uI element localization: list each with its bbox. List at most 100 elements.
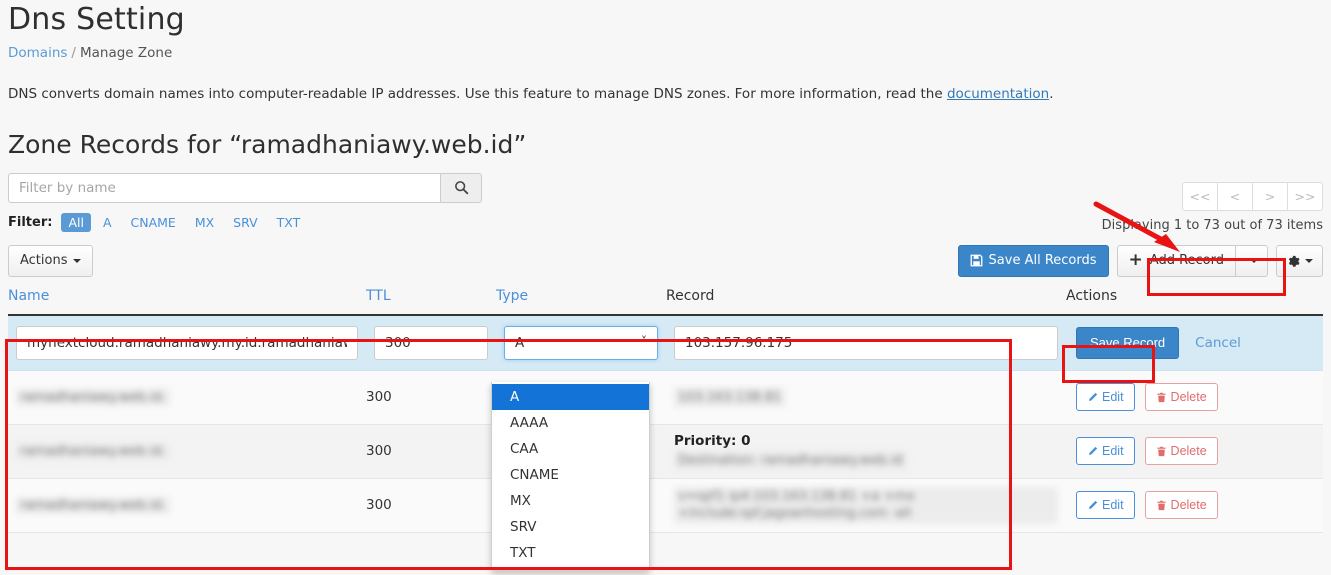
add-record-button[interactable]: + Add Record: [1116, 244, 1236, 277]
record-name-input[interactable]: [16, 325, 358, 360]
row-cell-ttl: 300: [366, 370, 496, 425]
edit-cell-record: [666, 314, 1066, 371]
pagination-buttons: << < > >>: [1102, 182, 1323, 211]
column-header-name[interactable]: Name: [8, 287, 366, 316]
column-header-actions: Actions: [1066, 287, 1323, 316]
floppy-disk-icon: [970, 254, 982, 267]
filter-chip-all[interactable]: All: [61, 212, 91, 232]
table-row: ramadhaniawy.web.id. 300 v=spf1 ip4:103.…: [8, 478, 1323, 533]
record-type-select[interactable]: A ˅: [504, 325, 658, 360]
delete-record-button[interactable]: Delete: [1144, 437, 1218, 466]
edit-cell-ttl: [366, 314, 496, 371]
actions-dropdown-label: Actions: [20, 253, 68, 269]
table-row: ramadhaniawy.web.id. 300 Priority: 0 Des…: [8, 424, 1323, 479]
row-cell-ttl: 300: [366, 478, 496, 533]
record-name-text: ramadhaniawy.web.id.: [16, 442, 170, 460]
pencil-icon: [1088, 392, 1098, 401]
type-option-cname[interactable]: CNAME: [492, 462, 649, 488]
cancel-edit-link[interactable]: Cancel: [1195, 335, 1241, 351]
chevron-down-icon: ˅: [641, 334, 647, 349]
save-record-button[interactable]: Save Record: [1076, 326, 1180, 359]
table-header-row: Name TTL Type Record Actions: [8, 287, 1323, 316]
caret-down-icon: [1250, 258, 1258, 263]
plus-icon: +: [1128, 250, 1143, 271]
add-record-dropdown-toggle[interactable]: [1235, 244, 1268, 277]
record-type-selected-value: A: [515, 334, 525, 351]
trash-icon: [1156, 500, 1166, 511]
delete-record-label: Delete: [1170, 498, 1207, 513]
table-row: ramadhaniawy.web.id. 300 103.163.138.81 …: [8, 370, 1323, 425]
row-cell-name: ramadhaniawy.web.id.: [8, 370, 366, 425]
trash-icon: [1156, 392, 1166, 403]
table-head: Name TTL Type Record Actions: [8, 287, 1323, 316]
record-value-input[interactable]: [674, 325, 1058, 360]
save-all-records-button[interactable]: Save All Records: [957, 244, 1109, 277]
filter-chip-srv[interactable]: SRV: [226, 213, 265, 232]
delete-record-label: Delete: [1170, 444, 1207, 459]
search-input[interactable]: [8, 172, 440, 203]
record-ttl-text: 300: [366, 389, 392, 406]
record-name-text: ramadhaniawy.web.id.: [16, 496, 170, 514]
add-record-button-group: + Add Record: [1116, 244, 1268, 277]
edit-cell-name: [8, 314, 366, 371]
settings-gear-button[interactable]: [1276, 244, 1323, 277]
breadcrumb: Domains / Manage Zone: [8, 45, 1323, 61]
type-option-srv[interactable]: SRV: [492, 514, 649, 540]
delete-record-button[interactable]: Delete: [1144, 491, 1218, 520]
type-option-txt[interactable]: TXT: [492, 540, 649, 566]
toolbar: Actions Save All Records + Add Record: [8, 244, 1323, 278]
intro-text-before: DNS converts domain names into computer-…: [8, 86, 947, 102]
pagination-first-button[interactable]: <<: [1182, 182, 1218, 211]
filter-chip-cname[interactable]: CNAME: [124, 213, 183, 232]
record-type-dropdown-list[interactable]: A AAAA CAA CNAME MX SRV TXT: [491, 382, 650, 571]
intro-paragraph: DNS converts domain names into computer-…: [8, 85, 1323, 104]
documentation-link[interactable]: documentation: [947, 86, 1049, 102]
toolbar-right-group: Save All Records + Add Record: [957, 244, 1323, 277]
save-all-records-label: Save All Records: [988, 253, 1097, 269]
edit-cell-actions: Save Record Cancel: [1066, 314, 1323, 371]
pagination-prev-button[interactable]: <: [1217, 182, 1253, 211]
record-priority-label: Priority:: [674, 432, 737, 449]
edit-record-button[interactable]: Edit: [1076, 437, 1135, 466]
search-group: [8, 172, 482, 203]
row-cell-record: Priority: 0 Destination: ramadhaniawy.we…: [666, 424, 1066, 479]
trash-icon: [1156, 446, 1166, 457]
row-cell-actions: Edit Delete: [1066, 424, 1323, 479]
record-value-text: v=spf1 ip4:103.163.138.81 +a +mx +includ…: [674, 486, 1058, 524]
actions-dropdown-button[interactable]: Actions: [8, 244, 93, 277]
column-header-name-label: Name: [8, 287, 50, 304]
breadcrumb-current: Manage Zone: [79, 45, 173, 61]
breadcrumb-link-domains[interactable]: Domains: [8, 45, 67, 61]
record-priority-value: 0: [741, 432, 751, 449]
pencil-icon: [1088, 446, 1098, 455]
filter-chip-a[interactable]: A: [96, 213, 119, 232]
record-ttl-text: 300: [366, 443, 392, 460]
add-record-label: Add Record: [1149, 253, 1224, 269]
record-name-text: ramadhaniawy.web.id.: [16, 388, 170, 406]
dns-settings-page: Dns Setting Domains / Manage Zone DNS conv…: [0, 0, 1331, 575]
record-ttl-text: 300: [366, 497, 392, 514]
type-option-mx[interactable]: MX: [492, 488, 649, 514]
record-ttl-input[interactable]: [374, 325, 488, 360]
intro-text-after: .: [1049, 86, 1054, 102]
filter-chip-txt[interactable]: TXT: [270, 213, 308, 232]
search-button[interactable]: [440, 172, 482, 203]
type-option-caa[interactable]: CAA: [492, 436, 649, 462]
pagination-next-button[interactable]: >: [1252, 182, 1288, 211]
pagination-last-button[interactable]: >>: [1287, 182, 1323, 211]
type-option-a[interactable]: A: [492, 384, 649, 410]
type-option-aaaa[interactable]: AAAA: [492, 410, 649, 436]
row-cell-actions: Edit Delete: [1066, 478, 1323, 533]
column-header-type[interactable]: Type: [496, 287, 666, 316]
column-header-record-label: Record: [666, 287, 715, 304]
filter-chip-mx[interactable]: MX: [188, 213, 221, 232]
edit-record-button[interactable]: Edit: [1076, 383, 1135, 412]
column-header-ttl[interactable]: TTL: [366, 287, 496, 316]
caret-down-icon: [72, 258, 81, 263]
column-header-record: Record: [666, 287, 1066, 316]
delete-record-label: Delete: [1170, 390, 1207, 405]
delete-record-button[interactable]: Delete: [1144, 383, 1218, 412]
edit-record-button[interactable]: Edit: [1076, 491, 1135, 520]
breadcrumb-separator: /: [71, 45, 76, 61]
pagination: << < > >> Displaying 1 to 73 out of 73 i…: [1102, 182, 1323, 233]
